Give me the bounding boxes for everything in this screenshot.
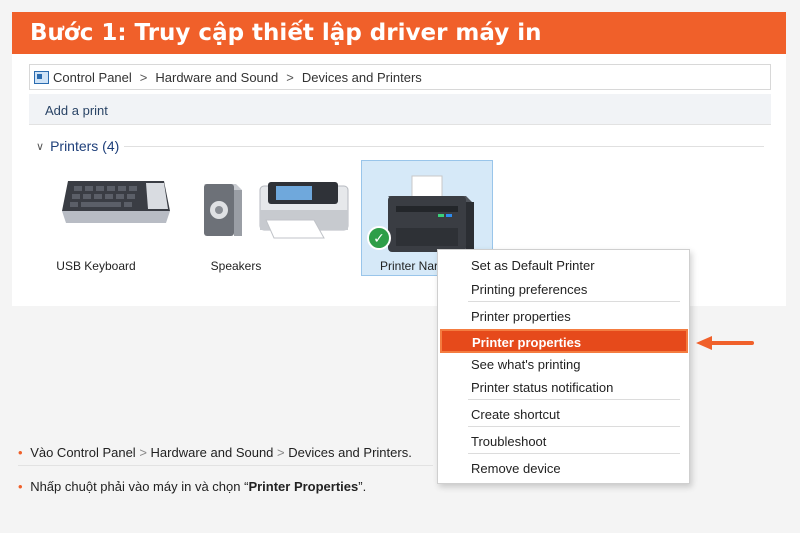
menu-item-set-default[interactable]: Set as Default Printer xyxy=(471,258,595,273)
printers-group-header[interactable]: ∨ Printers (4) xyxy=(36,138,119,154)
receipt-printer-icon[interactable] xyxy=(380,174,478,256)
breadcrumb-separator: > xyxy=(286,69,294,85)
menu-item-status-notification[interactable]: Printer status notification xyxy=(471,380,613,395)
add-printer-button[interactable]: Add a print xyxy=(45,103,108,118)
menu-item-create-shortcut[interactable]: Create shortcut xyxy=(471,407,560,422)
menu-item-printer-properties[interactable]: Printer properties xyxy=(471,309,571,324)
printer-context-menu: Set as Default Printer Printing preferen… xyxy=(437,249,690,484)
menu-item-remove-device[interactable]: Remove device xyxy=(471,461,561,476)
instruction-divider xyxy=(18,465,433,466)
instruction-separator: > xyxy=(139,445,147,460)
menu-item-see-whats-printing[interactable]: See what's printing xyxy=(471,357,580,372)
breadcrumb-devices-printers[interactable]: Devices and Printers xyxy=(302,70,422,85)
breadcrumb-control-panel[interactable]: Control Panel xyxy=(53,70,132,85)
breadcrumb-separator: > xyxy=(139,69,148,85)
chevron-down-icon[interactable]: ∨ xyxy=(36,140,44,153)
breadcrumb[interactable]: Control Panel > Hardware and Sound > Dev… xyxy=(29,64,771,90)
menu-item-troubleshoot[interactable]: Troubleshoot xyxy=(471,434,546,449)
instruction-text-prefix: Nhấp chuột phải vào máy in và chọn “ xyxy=(30,479,249,494)
menu-separator xyxy=(468,453,680,454)
device-label-selected-printer: Printer Nar xyxy=(380,259,439,273)
arrow-left-icon xyxy=(696,336,754,350)
bullet-icon: • xyxy=(18,445,23,460)
device-label-usb-keyboard: USB Keyboard xyxy=(56,259,136,273)
control-panel-icon xyxy=(34,70,49,84)
instruction-text-bold: Printer Properties xyxy=(248,479,359,494)
instruction-line-1: • Vào Control Panel > Hardware and Sound… xyxy=(18,445,412,460)
instruction-control-panel: Vào Control Panel xyxy=(30,445,136,460)
menu-separator xyxy=(468,301,680,302)
step-title-banner: Bước 1: Truy cập thiết lập driver máy in xyxy=(12,12,786,54)
instruction-hardware-sound: Hardware and Sound xyxy=(150,445,274,460)
group-divider xyxy=(124,146,764,147)
instruction-text-suffix: ”. xyxy=(358,479,367,494)
menu-separator xyxy=(468,426,680,427)
instruction-devices-printers: Devices and Printers. xyxy=(288,445,412,460)
instruction-line-2: • Nhấp chuột phải vào máy in và chọn “Pr… xyxy=(18,479,366,494)
menu-separator xyxy=(468,399,680,400)
speakers-icon[interactable] xyxy=(198,180,244,240)
command-bar: Add a print xyxy=(29,94,771,125)
breadcrumb-hardware-sound[interactable]: Hardware and Sound xyxy=(155,70,278,85)
printers-group-title: Printers (4) xyxy=(50,138,120,154)
menu-item-printer-properties-highlighted[interactable]: Printer properties xyxy=(440,329,688,353)
bullet-icon: • xyxy=(18,479,23,494)
instruction-separator: > xyxy=(277,445,285,460)
printer-icon[interactable] xyxy=(254,180,352,242)
default-printer-check-icon: ✓ xyxy=(367,226,391,250)
device-label-speakers: Speakers xyxy=(210,259,262,273)
keyboard-icon[interactable] xyxy=(60,175,172,237)
menu-item-printing-preferences[interactable]: Printing preferences xyxy=(471,282,587,297)
menu-item-highlighted-label: Printer properties xyxy=(472,335,582,350)
step-title: Bước 1: Truy cập thiết lập driver máy in xyxy=(30,20,542,46)
